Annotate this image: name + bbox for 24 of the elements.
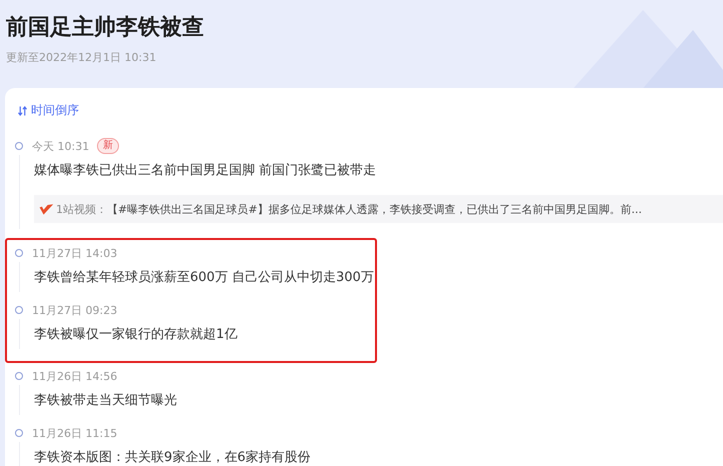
news-headline[interactable]: 媒体曝李铁已供出三名前中国男足国脚 前国门张鹭已被带走 xyxy=(34,161,723,179)
news-headline[interactable]: 李铁被带走当天细节曝光 xyxy=(34,391,723,409)
news-headline[interactable]: 李铁被曝仅一家银行的存款就超1亿 xyxy=(34,325,375,343)
entry-time: 今天 10:31 xyxy=(32,138,90,154)
news-headline[interactable]: 李铁资本版图：共关联9家企业，在6家持有股份 xyxy=(34,448,723,466)
play-logo-icon xyxy=(38,202,54,216)
video-card[interactable]: 1站视频：【#曝李铁供出三名国足球员#】据多位足球媒体人透露，李铁接受调查，已供出了三名前中国男足国脚。前... xyxy=(34,195,723,223)
timeline-dot xyxy=(15,429,23,437)
video-summary: 【#曝李铁供出三名国足球员#】据多位足球媒体人透露，李铁接受调查，已供出了三名前中国男足国脚。前... xyxy=(107,202,642,216)
entry-time: 11月27日 14:03 xyxy=(32,246,118,260)
timeline-dot xyxy=(15,142,23,150)
news-headline[interactable]: 李铁曾给某年轻球员涨薪至600万 自己公司从中切走300万 xyxy=(34,268,375,286)
timeline-dot xyxy=(15,249,23,257)
page-title: 前国足主帅李铁被查 xyxy=(6,14,205,42)
video-source: 1站视频： xyxy=(56,202,107,216)
sort-button[interactable]: 时间倒序 xyxy=(18,102,79,119)
update-time: 更新至2022年12月1日 10:31 xyxy=(6,50,158,65)
entry-time: 11月26日 11:15 xyxy=(32,426,118,440)
entry-time: 11月27日 09:23 xyxy=(32,302,118,318)
sort-icon xyxy=(18,104,27,116)
entry-time: 11月26日 14:56 xyxy=(32,368,118,384)
timeline-dot xyxy=(15,306,23,314)
new-badge: 新 xyxy=(97,138,120,154)
timeline-dot xyxy=(15,372,23,380)
